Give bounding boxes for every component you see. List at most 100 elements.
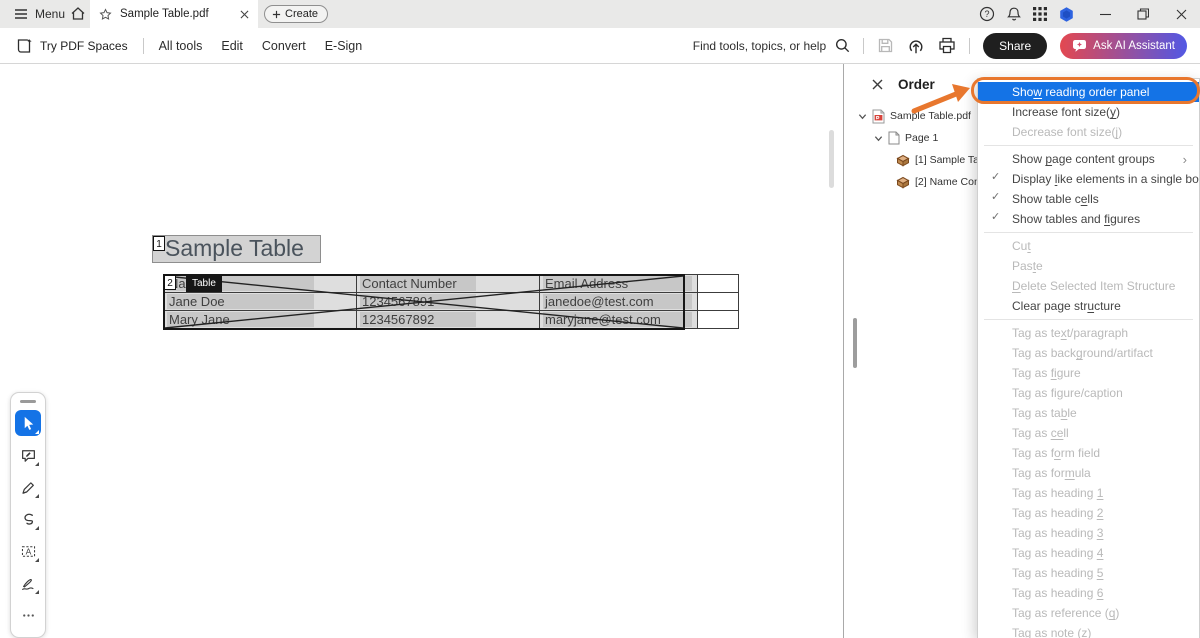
menu-item-label: Show reading order panel bbox=[1012, 85, 1149, 99]
create-button[interactable]: Create bbox=[264, 5, 328, 23]
menu-item-label: Tag as cell bbox=[1012, 426, 1069, 440]
menu-item-show-tables-and-figures[interactable]: ✓ Show tables and figures bbox=[978, 209, 1199, 229]
panel-close-icon[interactable] bbox=[872, 79, 883, 90]
star-icon[interactable] bbox=[99, 8, 112, 21]
tree-item-label: [1] Sample Tab bbox=[915, 154, 985, 166]
panel-scrollbar[interactable] bbox=[853, 318, 857, 368]
menu-item-label: Tag as form field bbox=[1012, 446, 1100, 460]
create-label: Create bbox=[285, 8, 318, 20]
pdf-spaces-icon bbox=[16, 38, 33, 54]
edit-text-tool-icon: A bbox=[20, 543, 37, 560]
share-button[interactable]: Share bbox=[983, 33, 1047, 59]
table-cell: maryjane@test.com bbox=[540, 311, 698, 329]
fill-sign-tool[interactable] bbox=[15, 570, 41, 596]
print-icon[interactable] bbox=[938, 37, 956, 54]
menu-item-show-table-cells[interactable]: ✓Show table cells bbox=[978, 189, 1199, 209]
table-cell: Contact Number bbox=[357, 275, 540, 293]
titlebar-right: ? bbox=[979, 0, 1200, 28]
apps-grid-icon[interactable] bbox=[1033, 7, 1047, 21]
menu-item-tag-as-heading-4: Tag as heading 4 bbox=[978, 543, 1199, 563]
nav-e-sign[interactable]: E-Sign bbox=[325, 39, 363, 53]
context-menu: Show reading order panel Increase font si… bbox=[977, 78, 1200, 638]
menu-item-increase-font-size-y[interactable]: Increase font size(y) bbox=[978, 102, 1199, 122]
chevron-down-icon[interactable] bbox=[858, 112, 867, 121]
document-heading[interactable]: Sample Table bbox=[152, 235, 321, 263]
menu-item-label: Tag as formula bbox=[1012, 466, 1091, 480]
help-icon[interactable]: ? bbox=[979, 6, 995, 22]
home-button[interactable] bbox=[70, 6, 86, 21]
chevron-down-icon[interactable] bbox=[874, 134, 883, 143]
table-cell: Email Address bbox=[540, 275, 698, 293]
palette-drag-handle[interactable] bbox=[20, 400, 36, 403]
table-cell-empty bbox=[698, 275, 739, 293]
document-scrollbar[interactable] bbox=[829, 130, 834, 188]
tab-close-icon[interactable] bbox=[240, 10, 249, 19]
menu-item-tag-as-heading-2: Tag as heading 2 bbox=[978, 503, 1199, 523]
menu-item-label: Show tables and figures bbox=[1012, 212, 1140, 226]
try-pdf-spaces-button[interactable]: Try PDF Spaces bbox=[16, 38, 128, 54]
document-canvas[interactable]: 1 Sample Table NameContact NumberEmail A… bbox=[0, 64, 843, 638]
table-cell: 1234567892 bbox=[357, 311, 540, 329]
select-tool[interactable] bbox=[15, 410, 41, 436]
menu-item-tag-as-reference-q: Tag as reference (q) bbox=[978, 603, 1199, 623]
tree-item-label: Sample Table.pdf bbox=[890, 110, 971, 122]
nav-edit[interactable]: Edit bbox=[221, 39, 243, 53]
draw-tool-icon bbox=[20, 511, 37, 528]
menu-item-label: Tag as figure bbox=[1012, 366, 1081, 380]
more-tools-icon bbox=[20, 607, 37, 624]
app-menu-label: Menu bbox=[35, 7, 65, 21]
search-label: Find tools, topics, or help bbox=[693, 39, 826, 53]
cell-text: maryjane@test.com bbox=[543, 312, 692, 327]
edit-text-tool[interactable]: A bbox=[15, 538, 41, 564]
share-label: Share bbox=[999, 39, 1031, 53]
menu-item-clear-page-structure[interactable]: Clear page structure bbox=[978, 296, 1199, 316]
cloud-upload-icon[interactable] bbox=[907, 37, 925, 55]
search-field[interactable]: Find tools, topics, or help bbox=[693, 38, 850, 53]
titlebar: Menu Sample Table.pdf Create ? bbox=[0, 0, 1200, 28]
adobe-hub-icon[interactable] bbox=[1058, 6, 1075, 23]
menu-item-show-page-content-groups[interactable]: Show page content groups› bbox=[978, 149, 1199, 169]
close-icon[interactable] bbox=[1162, 0, 1200, 28]
reading-order-badge-2: 2 bbox=[164, 275, 176, 290]
menu-item-label: Tag as heading 2 bbox=[1012, 506, 1103, 520]
draw-tool[interactable] bbox=[15, 506, 41, 532]
try-pdf-spaces-label: Try PDF Spaces bbox=[40, 39, 128, 53]
menu-item-label: Tag as heading 6 bbox=[1012, 586, 1103, 600]
cell-text: Email Address bbox=[543, 276, 692, 291]
cell-text: 1234567892 bbox=[360, 312, 476, 327]
cell-text: janedoe@test.com bbox=[543, 294, 692, 309]
ai-chat-icon bbox=[1072, 38, 1087, 53]
highlight-tool[interactable] bbox=[15, 474, 41, 500]
checkmark-icon: ✓ bbox=[991, 190, 1000, 203]
nav-convert[interactable]: Convert bbox=[262, 39, 306, 53]
menu-item-label: Tag as background/artifact bbox=[1012, 346, 1153, 360]
app-menu-button[interactable]: Menu bbox=[14, 0, 65, 28]
comment-tool[interactable] bbox=[15, 442, 41, 468]
cell-text: 1234567891 bbox=[360, 294, 476, 309]
menu-item-tag-as-heading-1: Tag as heading 1 bbox=[978, 483, 1199, 503]
menu-item-tag-as-figure-caption: Tag as figure/caption bbox=[978, 383, 1199, 403]
restore-icon[interactable] bbox=[1124, 0, 1162, 28]
table-cell: janedoe@test.com bbox=[540, 293, 698, 311]
hamburger-icon bbox=[14, 8, 28, 20]
table-cell: 1234567891 bbox=[357, 293, 540, 311]
menu-item-label: Increase font size(y) bbox=[1012, 105, 1120, 119]
checkmark-icon: ✓ bbox=[991, 210, 1000, 223]
minimize-icon[interactable] bbox=[1086, 0, 1124, 28]
menu-item-tag-as-heading-5: Tag as heading 5 bbox=[978, 563, 1199, 583]
menu-item-tag-as-background-artifact: Tag as background/artifact bbox=[978, 343, 1199, 363]
menu-item-show-reading-order-panel[interactable]: Show reading order panel bbox=[978, 82, 1199, 102]
menu-item-delete-selected-item-structure: Delete Selected Item Structure bbox=[978, 276, 1199, 296]
document-tab[interactable]: Sample Table.pdf bbox=[90, 0, 258, 28]
svg-text:?: ? bbox=[984, 9, 989, 19]
tab-title: Sample Table.pdf bbox=[120, 8, 209, 20]
pdf-file-icon bbox=[872, 109, 885, 124]
pdf-table[interactable]: NameContact NumberEmail AddressJane Doe1… bbox=[163, 274, 739, 329]
menu-item-label: Tag as table bbox=[1012, 406, 1077, 420]
more-tools[interactable] bbox=[15, 602, 41, 628]
menu-item-tag-as-cell: Tag as cell bbox=[978, 423, 1199, 443]
nav-all-tools[interactable]: All tools bbox=[159, 39, 203, 53]
menu-item-display-like-elements-in-a-single-box[interactable]: ✓Display like elements in a single box bbox=[978, 169, 1199, 189]
ask-ai-assistant-button[interactable]: Ask AI Assistant bbox=[1060, 33, 1187, 59]
notifications-icon[interactable] bbox=[1006, 6, 1022, 22]
